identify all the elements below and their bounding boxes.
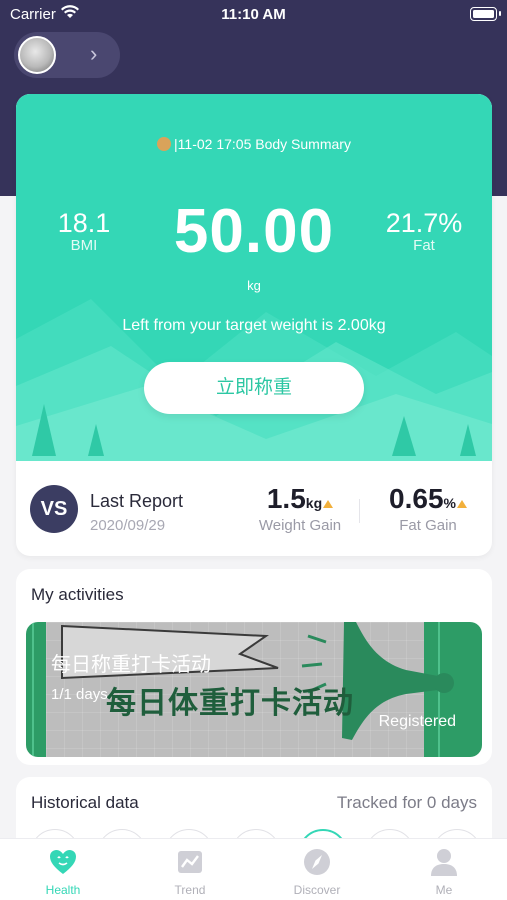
- weight-gain-value: 1.5: [266, 483, 306, 514]
- target-weight-text: Left from your target weight is 2.00kg: [122, 317, 386, 334]
- tab-bar: Health Trend Discover Me: [0, 838, 507, 900]
- last-report-date: 2020/09/29: [90, 517, 166, 534]
- fat-gain-value: 0.65: [389, 483, 444, 514]
- activities-heading: My activities: [31, 585, 124, 604]
- activities-card: My activities 每日称重打卡活动 每日体重打卡活动 1/1 days…: [16, 569, 492, 765]
- weight-gain-unit: kg: [305, 495, 323, 511]
- arrow-up-icon: [323, 500, 334, 508]
- fat-gain-unit: %: [443, 495, 456, 511]
- last-report-title: Last Report: [90, 491, 184, 511]
- tab-discover[interactable]: Discover: [254, 839, 380, 900]
- tab-trend-label: Trend: [174, 883, 206, 897]
- chevron-right-icon: ›: [90, 41, 98, 66]
- banner-status: Registered: [378, 713, 456, 730]
- activity-banner[interactable]: 每日称重打卡活动 每日体重打卡活动 1/1 days Registered: [26, 622, 482, 757]
- summary-title-text: |11-02 17:05 Body Summary: [174, 136, 351, 152]
- profile-switcher[interactable]: ›: [14, 32, 120, 78]
- tab-health-label: Health: [45, 883, 81, 897]
- trend-chart-icon: [178, 851, 202, 873]
- body-summary-card: |11-02 17:05 Body Summary 18.1 BMI 50.00…: [16, 94, 492, 556]
- tab-discover-label: Discover: [293, 883, 341, 897]
- banner-title-small: 每日称重打卡活动: [51, 654, 211, 676]
- status-time: 11:10 AM: [221, 6, 286, 23]
- fat-label: Fat: [413, 237, 435, 254]
- status-bar: Carrier 11:10 AM: [0, 0, 507, 28]
- tab-me[interactable]: Me: [381, 839, 507, 900]
- tab-trend[interactable]: Trend: [127, 839, 253, 900]
- health-heart-icon: [50, 850, 76, 874]
- monkey-emoji-icon: [157, 137, 172, 151]
- stat-divider: [359, 499, 360, 523]
- weight-gain-label: Weight Gain: [258, 517, 342, 534]
- banner-title-big: 每日体重打卡活动: [106, 687, 354, 720]
- tab-me-label: Me: [435, 883, 453, 897]
- person-icon: [431, 849, 457, 876]
- weight-gain-stat: 1.5kg Weight Gain: [240, 483, 360, 534]
- banner-days: 1/1 days: [51, 686, 108, 703]
- fat-gain-stat: 0.65% Fat Gain: [368, 483, 488, 534]
- vs-badge: VS: [30, 485, 78, 533]
- battery-icon: [470, 7, 501, 21]
- fat-gain-label: Fat Gain: [399, 517, 457, 534]
- arrow-up-icon: [456, 500, 467, 508]
- fat-value: 21.7%: [385, 208, 463, 238]
- weigh-now-button[interactable]: 立即称重: [144, 362, 364, 414]
- avatar[interactable]: [18, 36, 56, 74]
- tab-health[interactable]: Health: [0, 839, 126, 900]
- compass-icon: [304, 849, 330, 875]
- summary-title: |11-02 17:05 Body Summary: [16, 136, 492, 152]
- tracked-days: Tracked for 0 days: [336, 793, 477, 812]
- weight-unit: kg: [247, 278, 261, 293]
- summary-panel: |11-02 17:05 Body Summary 18.1 BMI 50.00…: [16, 94, 492, 461]
- fat-metric: 21.7% Fat: [364, 208, 484, 254]
- last-report-row[interactable]: VS Last Report 2020/09/29 1.5kg Weight G…: [16, 461, 492, 556]
- history-heading: Historical data: [31, 793, 139, 812]
